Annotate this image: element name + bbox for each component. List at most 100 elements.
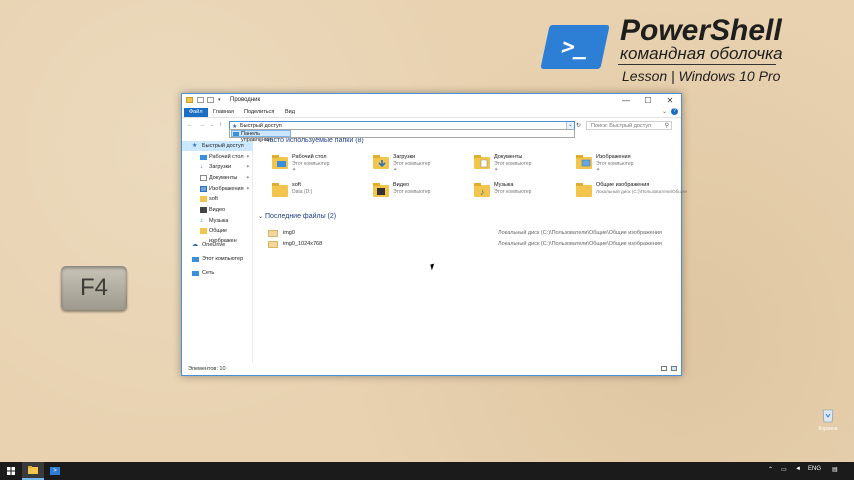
back-arrow-icon[interactable]: ← [187,122,193,128]
taskbar-powershell-button[interactable]: > [44,462,66,480]
recent-file-row[interactable]: img0_1024x768 Локальный диск (C:)\Пользо… [268,240,668,250]
refresh-icon[interactable]: ↻ [576,122,581,129]
tile-name: soft [292,182,301,188]
show-hidden-icons-icon[interactable]: ⌃ [768,466,773,473]
sidebar-item-video[interactable]: Видео [182,205,253,215]
sidebar-item-music[interactable]: ♪ Музыка [182,216,253,226]
music-icon: ♪ [200,218,203,224]
folder-tile-music[interactable]: ♪ Музыка Этот компьютер [474,181,569,205]
pin-icon[interactable]: ✦ [246,173,250,183]
folder-tile-video[interactable]: Видео Этот компьютер [373,181,468,205]
desktop-icon [200,155,207,160]
dropdown-item-label: Панель управления [241,131,271,143]
tile-name: Видео [393,182,410,188]
up-arrow-icon[interactable]: ↑ [219,122,222,128]
quick-access-dropdown-icon[interactable]: ▾ [218,97,223,103]
dropdown-item-control-panel[interactable]: Панель управления [231,130,291,143]
sidebar-item-label: Рабочий стол [209,154,244,160]
tile-name: Общие изображения [596,182,650,188]
section-title: Последние файлы (2) [264,213,337,220]
recent-locations-icon[interactable]: ⌄ [210,122,214,128]
tile-location: Этот компьютер [292,161,330,167]
desktop-folder-icon [272,155,288,169]
sidebar-item-label: Этот компьютер [202,256,244,262]
taskbar-explorer-button[interactable] [22,462,44,480]
tiles-view-icon[interactable] [671,366,677,371]
ribbon-expand-icon[interactable]: ⌄ [662,108,667,115]
explorer-window: ▾ Проводник — ☐ ✕ Файл Главная Поделитьс… [181,93,687,376]
volume-icon[interactable]: ◄ [795,466,801,472]
recent-file-row[interactable]: img0 Локальный диск (C:)\Пользователи\Об… [268,229,668,239]
pin-icon[interactable]: ✦ [246,162,250,172]
folder-tile-desktop[interactable]: Рабочий стол Этот компьютер ✦ [272,153,367,177]
new-folder-icon[interactable] [207,97,214,103]
minimize-button[interactable]: — [615,94,637,107]
sidebar-item-network[interactable]: Сеть [182,268,253,278]
action-center-icon[interactable]: ▤ [832,466,838,473]
tile-name: Рабочий стол [292,154,327,160]
soft-folder-icon [272,183,288,197]
file-name: img0 [283,230,295,236]
tab-share[interactable]: Поделиться [239,108,279,117]
sidebar-item-label: Видео [209,207,226,213]
recent-files-header[interactable]: ⌄ Последние файлы (2) [258,213,336,220]
pin-icon: ✦ [494,167,499,173]
sidebar-item-label: Музыка [209,218,229,224]
title-bar: ▾ Проводник — ☐ ✕ [182,94,681,107]
sidebar-item-public-pictures[interactable]: Общие изображен [182,226,253,244]
frequent-folders-header[interactable]: ⌄ Часто используемые папки (8) [258,137,364,144]
start-button[interactable] [0,462,22,480]
tab-view[interactable]: Вид [280,108,300,117]
folder-tile-downloads[interactable]: Загрузки Этот компьютер ✦ [373,153,468,177]
file-name: img0_1024x768 [283,241,323,247]
image-file-icon [268,230,278,237]
maximize-button[interactable]: ☐ [637,94,659,107]
folder-tile-pictures[interactable]: Изображения Этот компьютер ✦ [576,153,671,177]
cloud-icon: ☁ [192,242,198,248]
folder-tile-documents[interactable]: Документы Этот компьютер ✦ [474,153,569,177]
network-icon [192,271,199,276]
forward-arrow-icon[interactable]: → [199,122,205,128]
sidebar-item-label: Сеть [202,270,215,276]
network-tray-icon[interactable]: ▭ [781,466,787,473]
tab-file[interactable]: Файл [184,108,208,117]
tile-name: Загрузки [393,154,416,160]
chevron-down-icon: ⌄ [258,214,264,220]
properties-icon[interactable] [197,97,204,103]
pin-icon[interactable]: ✦ [246,152,250,162]
pictures-icon [200,186,207,192]
tile-location: Data (D:) [292,189,313,195]
language-indicator[interactable]: ENG [808,466,821,472]
folder-tile-public-pictures[interactable]: Общие изображения Локальный диск (C:)\По… [576,181,687,205]
content-pane: ⌄ Часто используемые папки (8) Рабочий с… [254,135,687,363]
tile-name: Документы [494,154,523,160]
sidebar-item-downloads[interactable]: ↓ Загрузки ✦ [182,162,253,172]
sidebar-item-this-pc[interactable]: Этот компьютер [182,254,253,264]
control-panel-icon [233,132,239,136]
recycle-bin[interactable]: Корзина [811,407,845,439]
folder-tile-soft[interactable]: soft Data (D:) [272,181,367,205]
address-dropdown-icon[interactable]: ⌄ [566,122,574,129]
sidebar-item-desktop[interactable]: Рабочий стол ✦ [182,152,253,162]
sidebar-item-documents[interactable]: Документы ✦ [182,173,253,183]
pin-icon: ✦ [292,167,297,173]
details-view-icon[interactable] [661,366,667,371]
sidebar-item-soft[interactable]: soft [182,194,253,204]
pin-icon[interactable]: ✦ [246,184,250,194]
tab-home[interactable]: Главная [208,108,239,117]
search-box[interactable]: Поиск: Быстрый доступ ⚲ [586,121,672,130]
item-count: Элементов: 10 [188,366,226,372]
sidebar-item-pictures[interactable]: Изображения ✦ [182,184,253,194]
tile-location: Этот компьютер [393,161,431,167]
pin-icon: ✦ [393,167,398,173]
sidebar-item-onedrive[interactable]: ☁ OneDrive [182,240,253,250]
window-title: Проводник [230,97,261,103]
folder-icon [200,196,207,202]
sidebar-item-label: soft [209,196,218,202]
sidebar-item-label: Изображения [209,186,244,192]
search-input[interactable]: Поиск: Быстрый доступ [591,123,651,129]
help-icon[interactable]: ? [671,108,678,115]
pin-icon: ✦ [596,167,601,173]
close-button[interactable]: ✕ [659,94,681,107]
image-file-icon [268,241,278,248]
